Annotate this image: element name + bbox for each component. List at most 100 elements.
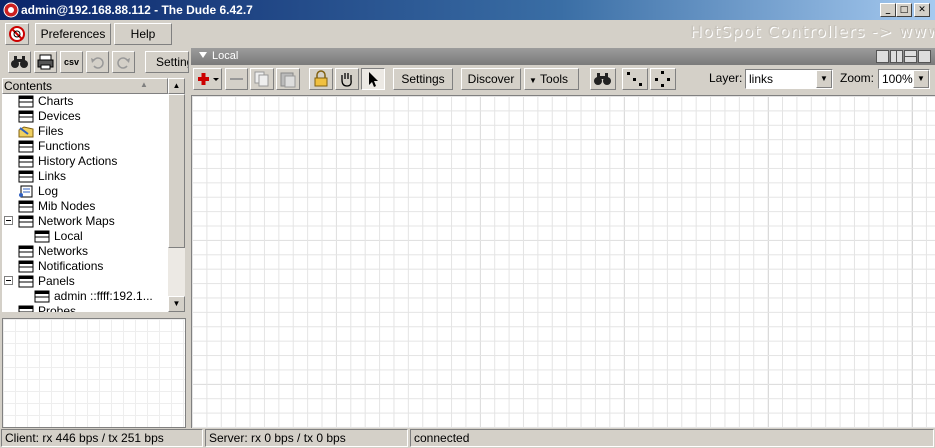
tree-item-local[interactable]: Local xyxy=(2,229,168,244)
tree-item-functions[interactable]: Functions xyxy=(2,139,168,154)
panel-layout-icons[interactable] xyxy=(876,50,932,63)
collapse-icon[interactable] xyxy=(4,276,15,287)
preferences-button[interactable]: Preferences xyxy=(35,23,111,45)
redo-button[interactable] xyxy=(112,51,135,73)
sort-arrow-icon: ▲ xyxy=(140,80,148,89)
zoom-select-value: 100% xyxy=(882,72,913,86)
scroll-thumb[interactable] xyxy=(168,94,185,248)
files-icon xyxy=(18,126,34,138)
tree-item-label: Network Maps xyxy=(38,214,115,228)
arrange-diagonal-button[interactable] xyxy=(622,68,648,90)
add-button[interactable] xyxy=(193,68,222,90)
dropdown-arrow-icon: ▼ xyxy=(529,76,537,85)
tree-item-log[interactable]: Log xyxy=(2,184,168,199)
tree-item-label: Probes xyxy=(38,304,77,312)
layer-select-value: links xyxy=(749,72,774,86)
redo-icon xyxy=(117,57,130,69)
paste-button[interactable] xyxy=(276,68,300,90)
find-button[interactable] xyxy=(8,51,31,73)
copy-icon xyxy=(254,71,269,87)
tree-item-history-actions[interactable]: History Actions xyxy=(2,154,168,169)
tree-item-probes[interactable]: Probes xyxy=(2,304,168,312)
layout-icon xyxy=(876,50,931,63)
contents-tree[interactable]: Charts Devices Files Functions History A… xyxy=(2,94,168,312)
chevron-down-icon[interactable]: ▼ xyxy=(816,70,832,88)
minimize-button[interactable]: _ xyxy=(880,3,896,17)
tree-item-label: Charts xyxy=(38,94,74,108)
map-canvas[interactable] xyxy=(191,95,935,428)
table-icon xyxy=(18,200,34,213)
status-server: Server: rx 0 bps / tx 0 bps xyxy=(205,429,408,447)
settings-button-partial[interactable]: Setting xyxy=(145,51,189,73)
tree-item-mib-nodes[interactable]: Mib Nodes xyxy=(2,199,168,214)
tree-item-label: Networks xyxy=(38,244,89,258)
layer-select[interactable]: links ▼ xyxy=(745,69,833,89)
print-button[interactable] xyxy=(34,51,57,73)
cursor-icon xyxy=(369,72,378,87)
tree-item-devices[interactable]: Devices xyxy=(2,109,168,124)
tree-item-label: admin ::ffff:192.1... xyxy=(54,289,153,303)
csv-export-button[interactable]: csv xyxy=(60,51,83,73)
tree-item-label: History Actions xyxy=(38,154,118,168)
tree-item-label: Panels xyxy=(38,274,75,288)
panel-menu-arrow-icon[interactable] xyxy=(199,52,207,58)
zoom-label: Zoom: xyxy=(840,71,875,85)
collapse-icon[interactable] xyxy=(4,216,15,227)
disconnect-icon xyxy=(9,26,25,42)
undo-icon xyxy=(91,57,104,69)
tree-scrollbar[interactable]: ▲ ▼ xyxy=(168,78,185,312)
log-icon xyxy=(19,185,33,198)
table-icon xyxy=(18,305,34,312)
tree-item-label: Files xyxy=(38,124,64,138)
lock-icon xyxy=(314,70,328,87)
tree-item-files[interactable]: Files xyxy=(2,124,168,139)
printer-icon xyxy=(37,54,54,70)
lock-button[interactable] xyxy=(309,68,333,90)
zoom-select[interactable]: 100% ▼ xyxy=(878,69,930,89)
arrange-circle-button[interactable] xyxy=(650,68,676,90)
map-settings-button[interactable]: Settings xyxy=(393,68,453,90)
scroll-up-button[interactable]: ▲ xyxy=(168,78,185,94)
tree-item-network-maps[interactable]: Network Maps xyxy=(2,214,168,229)
preview-pane xyxy=(2,318,186,428)
help-button[interactable]: Help xyxy=(114,23,172,45)
discover-button[interactable]: Discover xyxy=(461,68,521,90)
disconnect-button[interactable] xyxy=(5,23,29,45)
copy-button[interactable] xyxy=(250,68,274,90)
tree-item-admin-panel[interactable]: admin ::ffff:192.1... xyxy=(2,289,168,304)
hotspot-banner: HotSpot Controllers -> www xyxy=(690,22,935,41)
pointer-tool-button[interactable] xyxy=(361,68,385,90)
table-icon xyxy=(18,170,34,183)
chevron-down-icon[interactable]: ▼ xyxy=(913,70,929,88)
hand-tool-button[interactable] xyxy=(335,68,359,90)
undo-button[interactable] xyxy=(86,51,109,73)
tree-item-label: Devices xyxy=(38,109,81,123)
minus-icon xyxy=(230,78,243,80)
tools-button[interactable]: ▼ Tools xyxy=(524,68,579,90)
map-panel-titlebar[interactable] xyxy=(191,48,935,65)
tree-item-networks[interactable]: Networks xyxy=(2,244,168,259)
tree-item-notifications[interactable]: Notifications xyxy=(2,259,168,274)
layer-label: Layer: xyxy=(709,71,743,85)
paste-icon xyxy=(280,72,296,88)
tree-item-panels[interactable]: Panels xyxy=(2,274,168,289)
app-icon xyxy=(3,2,19,18)
table-icon xyxy=(18,140,34,153)
tools-label: Tools xyxy=(540,72,569,86)
tree-item-label: Links xyxy=(38,169,67,183)
tree-item-label: Local xyxy=(54,229,83,243)
tree-item-links[interactable]: Links xyxy=(2,169,168,184)
tree-item-charts[interactable]: Charts xyxy=(2,94,168,109)
circle-dots-icon xyxy=(655,71,670,87)
hand-icon xyxy=(341,73,352,87)
plus-icon xyxy=(198,73,219,85)
close-button[interactable]: ✕ xyxy=(914,3,930,17)
table-icon xyxy=(34,290,50,303)
remove-button[interactable] xyxy=(225,68,248,90)
contents-header-label: Contents xyxy=(4,79,53,93)
map-find-button[interactable] xyxy=(590,68,616,90)
window-title: admin@192.168.88.112 - The Dude 6.42.7 xyxy=(21,3,253,17)
maximize-button[interactable]: □ xyxy=(896,3,912,17)
scroll-down-button[interactable]: ▼ xyxy=(168,296,185,312)
binoculars-icon xyxy=(594,73,611,85)
